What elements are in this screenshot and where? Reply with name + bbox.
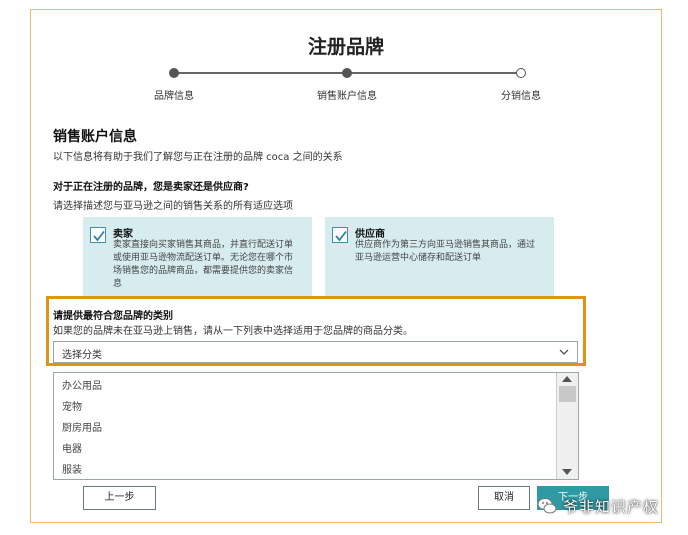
scroll-up-arrow-icon[interactable] [562, 376, 572, 382]
step-dot-distribution [516, 68, 526, 78]
dropdown-option-pets[interactable]: 宠物 [62, 398, 82, 413]
dropdown-scrollbar[interactable] [556, 373, 578, 479]
seller-desc-line: 或使用亚马逊物流配送订单。无论您在哪个市 [113, 253, 294, 263]
seller-checkbox[interactable] [90, 227, 106, 243]
section-subtitle: 以下信息将有助于我们了解您与正在注册的品牌 coca 之间的关系 [53, 152, 343, 163]
step-label-brand-info: 品牌信息 [154, 91, 194, 102]
step-label-distribution: 分销信息 [501, 91, 541, 102]
dropdown-option-office[interactable]: 办公用品 [62, 377, 102, 392]
seller-option-title: 卖家 [113, 229, 133, 240]
watermark: 爷非知识产权 [537, 493, 659, 519]
vendor-option-title: 供应商 [355, 229, 385, 240]
step-label-sales-account: 销售账户信息 [317, 91, 377, 102]
seller-desc-line: 卖家直接向买家销售其商品，并直行配送订单 [113, 240, 294, 250]
vendor-desc-line: 供应商作为第三方向亚马逊销售其商品，通过 [355, 240, 536, 250]
vendor-desc-line: 亚马逊运营中心储存和配送订单 [355, 253, 482, 263]
seller-option-card[interactable]: 卖家 卖家直接向买家销售其商品，并直行配送订单 或使用亚马逊物流配送订单。无论您… [83, 217, 312, 297]
checkmark-icon [93, 230, 105, 242]
section-title: 销售账户信息 [53, 129, 137, 145]
seller-option-desc: 卖家直接向买家销售其商品，并直行配送订单 或使用亚马逊物流配送订单。无论您在哪个… [113, 239, 293, 291]
category-label: 请提供最符合您品牌的类别 [53, 311, 173, 322]
chevron-down-icon [559, 349, 569, 355]
stepper-line-1 [174, 72, 347, 74]
vendor-option-card[interactable]: 供应商 供应商作为第三方向亚马逊销售其商品，通过 亚马逊运营中心储存和配送订单 [325, 217, 554, 297]
wechat-icon [537, 498, 557, 514]
checkmark-icon [335, 230, 347, 242]
seller-desc-line: 息 [113, 279, 123, 289]
vendor-option-desc: 供应商作为第三方向亚马逊销售其商品，通过 亚马逊运营中心储存和配送订单 [355, 239, 535, 265]
page-title: 注册品牌 [307, 36, 384, 58]
relationship-question: 对于正在注册的品牌，您是卖家还是供应商? [53, 182, 249, 193]
scroll-down-arrow-icon[interactable] [562, 469, 572, 475]
category-select-value: 选择分类 [62, 350, 102, 361]
category-select[interactable]: 选择分类 [53, 341, 578, 363]
dropdown-option-appliances[interactable]: 电器 [62, 440, 82, 455]
relationship-hint: 请选择描述您与亚马逊之间的销售关系的所有适应选项 [53, 201, 293, 212]
step-dot-sales-account [342, 68, 352, 78]
category-hint: 如果您的品牌未在亚马逊上销售，请从一下列表中选择适用于您品牌的商品分类。 [53, 326, 413, 337]
cancel-button[interactable]: 取消 [478, 486, 530, 510]
category-dropdown-list[interactable]: 办公用品 宠物 厨房用品 电器 服装 [53, 372, 579, 480]
scroll-thumb[interactable] [559, 386, 576, 402]
dropdown-option-kitchen[interactable]: 厨房用品 [62, 419, 102, 434]
watermark-text: 爷非知识产权 [563, 497, 660, 516]
vendor-checkbox[interactable] [332, 227, 348, 243]
stepper-line-2 [347, 72, 521, 74]
dropdown-option-clothing[interactable]: 服装 [62, 461, 82, 476]
seller-desc-line: 场销售您的品牌商品，都需要提供您的卖家信 [113, 266, 294, 276]
back-button[interactable]: 上一步 [83, 486, 156, 510]
step-dot-brand-info [169, 68, 179, 78]
